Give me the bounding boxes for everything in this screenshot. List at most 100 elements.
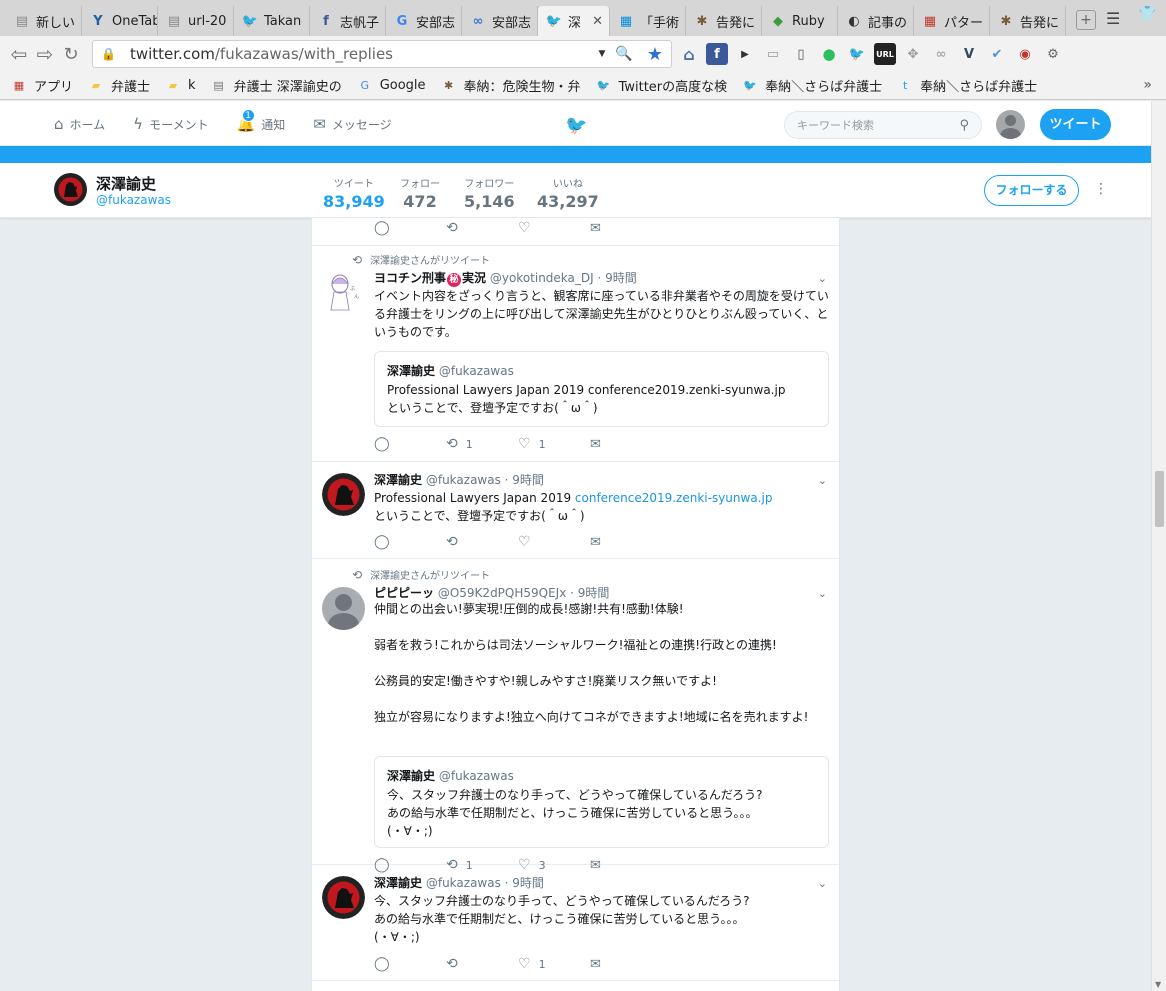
printer-icon[interactable]: ▭ [762,43,784,65]
browser-tab[interactable]: 🐦 Takan [234,6,310,36]
bookmark-item[interactable]: ▦ アプリ [12,76,73,95]
tweet[interactable]: 深澤諭史 @fukazawas · 9時間 ⌄ Professional Law… [312,463,839,559]
tweet-time[interactable]: · 9時間 [570,586,609,600]
facebook-extension-icon[interactable]: f [706,43,728,65]
url-text[interactable]: twitter.com/fukazawas/with_replies [130,45,599,63]
url-shortener-icon[interactable]: URL [874,43,896,65]
search-icon[interactable]: ⚲ [959,118,969,133]
retweet-button[interactable]: ⟲ 1 [446,436,518,452]
scroll-down-arrow-icon[interactable]: ▼ [1155,980,1161,989]
search-input[interactable]: キーワード検索 ⚲ [784,111,982,139]
browser-tab[interactable]: f 志帆子 [310,6,386,36]
bookmark-item[interactable]: ▰ k [166,78,196,93]
browser-tab[interactable]: ▦ 「手術 [610,6,686,36]
quoted-tweet[interactable]: 深澤諭史 @fukazawas Professional Lawyers Jap… [374,351,829,427]
evernote-icon[interactable]: ● [818,43,840,65]
settings-icon[interactable]: ⚙ [1042,43,1064,65]
move-icon[interactable]: ✥ [902,43,924,65]
profile-extension-icon[interactable]: ◉ [1014,43,1036,65]
more-options-icon[interactable]: ⋮ [1094,181,1108,197]
bookmark-item[interactable]: t 奉納＼さらば弁護士 [898,76,1037,95]
tweet-time[interactable]: · 9時間 [598,271,637,285]
shirt-icon[interactable]: 👕 [1139,6,1156,22]
bookmark-star-icon[interactable]: ★ [647,44,663,65]
new-tab-button[interactable]: + [1076,10,1096,30]
tweet-link[interactable]: conference2019.zenki-syunwa.jp [575,491,773,505]
like-button[interactable]: ♡ [518,220,590,236]
tweet-author-name[interactable]: ピピピーッ [374,586,434,600]
browser-tab[interactable]: Y OneTab [82,6,158,36]
browser-tab[interactable]: ✱ 告発に [686,6,762,36]
direct-message-button[interactable]: ✉ [590,535,662,550]
nav-home[interactable]: ⌂ ホーム [54,115,105,133]
chevron-down-icon[interactable]: ⌄ [818,272,827,285]
nav-notifications[interactable]: 🔔 1 通知 [237,109,285,133]
reply-button[interactable]: ◯ [374,220,446,236]
tweet-author-handle[interactable]: @fukazawas [426,473,501,487]
bookmark-item[interactable]: ✱ 奉納：危険生物・弁 [442,76,581,95]
chevron-down-icon[interactable]: ⌄ [818,474,827,487]
like-button[interactable]: ♡ 1 [518,956,590,972]
profile-handle[interactable]: @fukazawas [96,193,171,207]
bookmark-icon[interactable]: ▯ [790,43,812,65]
page-scrollbar[interactable]: ▼ [1151,101,1166,991]
quoted-tweet[interactable]: 深澤諭史 @fukazawas 今、スタッフ弁護士のなり手って、どうやって確保し… [374,756,829,848]
zoom-icon[interactable]: 🔍 [615,46,632,62]
profile-avatar[interactable] [54,173,87,206]
direct-message-button[interactable]: ✉ [590,437,662,452]
tweet-avatar[interactable] [322,876,365,919]
tweet-avatar[interactable]: ぶ ん [322,270,365,313]
reply-button[interactable]: ◯ [374,534,446,550]
bookmark-item[interactable]: 🐦 Twitterの高度な検 [597,76,727,95]
close-tab-icon[interactable]: ✕ [592,14,603,29]
default-avatar-icon[interactable] [322,587,365,630]
retweet-button[interactable]: ⟲ [446,956,518,972]
play-icon[interactable]: ▶ [734,43,756,65]
browser-tab[interactable]: ◆ Ruby [762,6,838,36]
bookmark-item[interactable]: 🐦 奉納＼さらば弁護士 [743,76,882,95]
tweet-author-name[interactable]: ヨコチン刑事秘実況 [374,271,486,287]
tweet-author-handle[interactable]: @fukazawas [426,876,501,890]
tweet-time[interactable]: · 9時間 [505,473,544,487]
browser-tab[interactable]: ✱ 告発に [990,6,1066,36]
back-arrow-icon[interactable]: ⇦ [6,41,32,67]
like-button[interactable]: ♡ [518,534,590,550]
link-extension-icon[interactable]: ∞ [930,43,952,65]
browser-tab[interactable]: ▤ url-20 [158,6,234,36]
check-circle-icon[interactable]: ✔ [986,43,1008,65]
address-bar[interactable]: 🔒 twitter.com/fukazawas/with_replies ▼ 🔍… [92,40,672,68]
tweet[interactable]: 深澤諭史 @fukazawas · 9時間 ⌄ 今、スタッフ弁護士のなり手って、… [312,866,839,981]
scrollbar-thumb[interactable] [1155,471,1164,527]
twitter-extension-icon[interactable]: 🐦 [846,43,868,65]
like-button[interactable]: ♡ 1 [518,436,590,452]
tweet-author-handle[interactable]: @O59K2dPQH59QEJx [438,586,566,600]
tweet-author-name[interactable]: 深澤諭史 [374,473,422,487]
tweet[interactable]: ⟲ 深澤諭史さんがリツイート ぶ ん ヨコチン刑事秘実況 @yokotindek… [312,246,839,462]
reply-button[interactable]: ◯ [374,436,446,452]
browser-tab[interactable]: ▦ パター [914,6,990,36]
direct-message-button[interactable]: ✉ [590,221,662,236]
tweet-author-name[interactable]: 深澤諭史 [374,876,422,890]
tab-menu-icon[interactable]: ☰ [1106,9,1120,28]
user-avatar[interactable] [996,110,1025,139]
bookmarks-more-icon[interactable]: » [1143,77,1152,93]
bookmark-item[interactable]: ▰ 弁護士 [89,76,150,95]
browser-tab[interactable]: G 安部志 [386,6,462,36]
retweet-button[interactable]: ⟲ [446,534,518,550]
browser-tab[interactable]: ∞ 安部志 [462,6,538,36]
dropdown-triangle-icon[interactable]: ▼ [599,49,606,59]
home-icon[interactable]: ⌂ [678,43,700,65]
nav-messages[interactable]: ✉ メッセージ [313,115,391,133]
tweet-time[interactable]: · 9時間 [505,876,544,890]
browser-tab[interactable]: ▤ 新しい [6,6,82,36]
retweet-button[interactable]: ⟲ [446,220,518,236]
follow-button[interactable]: フォローする [984,175,1079,206]
browser-tab[interactable]: ◐ 記事の [838,6,914,36]
vue-icon[interactable]: V [958,43,980,65]
bookmark-item[interactable]: ▤ 弁護士 深澤諭史の [212,76,341,95]
tweet-author-handle[interactable]: @yokotindeka_DJ [490,271,594,285]
reply-button[interactable]: ◯ [374,956,446,972]
direct-message-button[interactable]: ✉ [590,957,662,972]
forward-arrow-icon[interactable]: ⇨ [32,41,58,67]
nav-moments[interactable]: ϟ モーメント [133,115,208,133]
